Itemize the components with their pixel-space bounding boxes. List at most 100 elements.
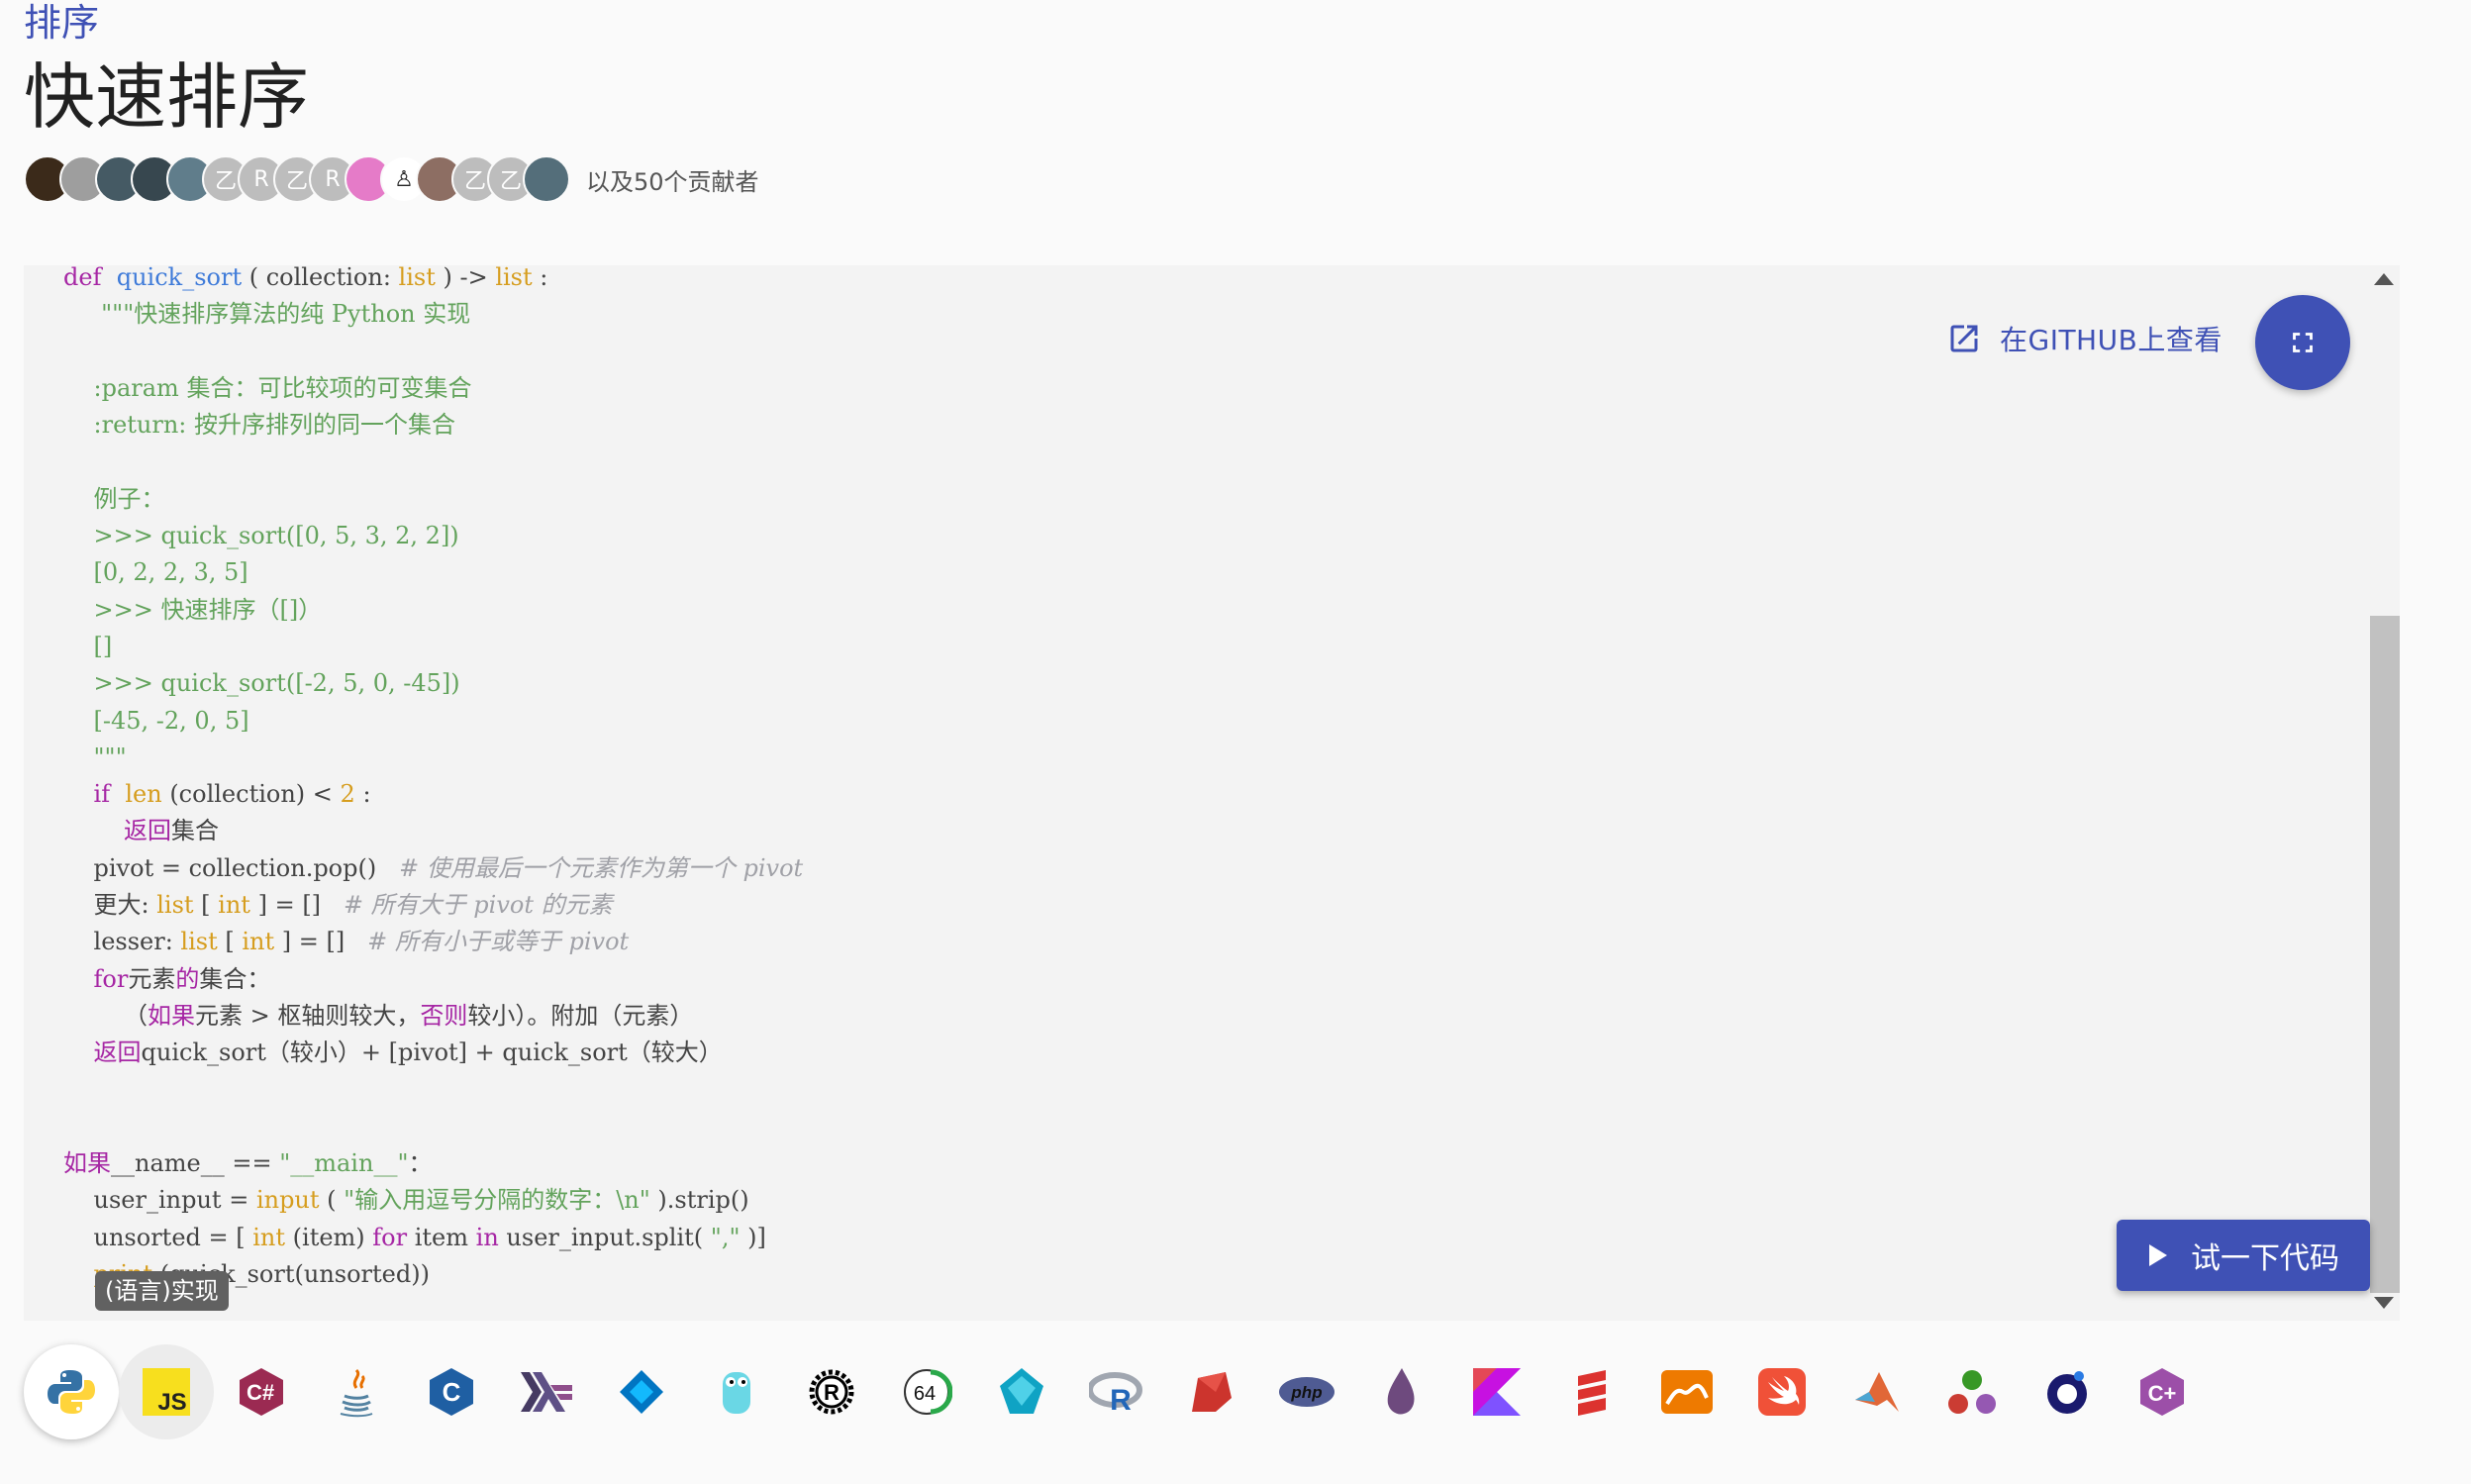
try-code-button[interactable]: 试一下代码 (2117, 1220, 2370, 1291)
language-elixir[interactable] (1354, 1344, 1449, 1439)
svg-text:C: C (443, 1377, 461, 1407)
code-line: for元素的集合： (93, 964, 271, 993)
language-swift[interactable] (1734, 1344, 1829, 1439)
language-nim[interactable] (2020, 1344, 2115, 1439)
matlab-icon (1855, 1372, 1899, 1412)
code-line: >>> quick_sort([-2, 5, 0, -45]) (63, 669, 460, 698)
dart-icon (620, 1370, 663, 1414)
ruby-icon (1192, 1372, 1232, 1412)
csharp-icon: C# (240, 1368, 283, 1416)
cpp-icon: C+ (2140, 1368, 2184, 1416)
nim-icon (2047, 1371, 2087, 1414)
contributors-count[interactable]: 以及50个贡献者 (586, 162, 759, 197)
rust-icon: R (809, 1369, 854, 1415)
svg-text:JS: JS (157, 1389, 186, 1416)
code-line: """快速排序算法的纯 Python 实现 (63, 300, 471, 329)
svg-text:R: R (824, 1380, 840, 1405)
language-cpp[interactable]: C+ (2115, 1344, 2210, 1439)
avatar-list[interactable]: 乙 R 乙 R ♙ 乙乙 (24, 155, 570, 203)
code-line: 返回集合 (124, 817, 220, 845)
language-rust[interactable]: R (784, 1344, 879, 1439)
svg-text:C#: C# (247, 1380, 274, 1405)
language-ruby[interactable] (1164, 1344, 1259, 1439)
language-go[interactable] (689, 1344, 784, 1439)
language-tooltip: (语言)实现 (95, 1271, 229, 1311)
language-csharp[interactable]: C# (214, 1344, 309, 1439)
c-icon: C (430, 1368, 473, 1416)
language-r[interactable]: R (1069, 1344, 1164, 1439)
language-haskell[interactable] (499, 1344, 594, 1439)
fullscreen-icon (2293, 333, 2313, 352)
svg-text:R: R (1110, 1384, 1132, 1414)
r-icon: R (1089, 1372, 1142, 1414)
zig-icon (1000, 1368, 1043, 1414)
code-line: :param 集合：可比较项的可变集合 (63, 373, 472, 402)
language-zig[interactable] (974, 1344, 1069, 1439)
assembly-x64-icon: 64 (904, 1369, 952, 1415)
language-matlab[interactable] (1829, 1344, 1925, 1439)
java-icon (340, 1368, 373, 1418)
code-line: >>> 快速排序（[]） (63, 595, 323, 624)
code-line: pivot = collection.pop() # 使用最后一个元素作为第一个… (63, 853, 804, 882)
code-line: [0, 2, 2, 3, 5] (63, 558, 248, 587)
language-php[interactable]: php (1259, 1344, 1354, 1439)
haskell-icon (521, 1372, 572, 1412)
language-ocaml[interactable] (1639, 1344, 1734, 1439)
code-line: :return: 按升序排列的同一个集合 (63, 411, 456, 440)
contributors[interactable]: 乙 R 乙 R ♙ 乙乙 以及50个贡献者 (24, 153, 759, 205)
kotlin-icon (1473, 1368, 1521, 1416)
code-line: unsorted = [ int (item) for item in user… (63, 1223, 766, 1251)
language-dart[interactable] (594, 1344, 689, 1439)
svg-text:php: php (1290, 1383, 1322, 1402)
language-kotlin[interactable] (1449, 1344, 1544, 1439)
ocaml-icon (1661, 1370, 1713, 1414)
open-in-new-icon (1950, 325, 1978, 352)
try-code-label: 试一下代码 (2191, 1241, 2339, 1276)
code-line: 返回quick_sort（较小）+ [pivot] + quick_sort（较… (93, 1039, 723, 1067)
php-icon: php (1279, 1377, 1334, 1407)
javascript-icon: JS (143, 1368, 190, 1416)
fullscreen-button[interactable] (2255, 295, 2350, 390)
scroll-up-arrow-icon[interactable] (2374, 273, 2394, 285)
code-line: user_input = input ( "输入用逗号分隔的数字：\n" ).s… (63, 1186, 749, 1215)
language-assembly-x64[interactable]: 64 (879, 1344, 974, 1439)
scroll-down-arrow-icon[interactable] (2374, 1297, 2394, 1309)
language-python[interactable] (24, 1344, 119, 1439)
language-javascript[interactable]: JS (119, 1344, 214, 1439)
code-panel: def quick_sort ( collection: list ) -> l… (24, 265, 2400, 1321)
code-line: >>> quick_sort([0, 5, 3, 2, 2]) (63, 522, 459, 550)
language-java[interactable] (309, 1344, 404, 1439)
view-on-github-link[interactable]: 在GITHUB上查看 (1946, 319, 2223, 358)
swift-icon (1758, 1368, 1806, 1416)
julia-icon (1948, 1370, 1996, 1414)
github-link-label: 在GITHUB上查看 (2000, 324, 2223, 356)
code-line: [] (63, 632, 113, 660)
language-c[interactable]: C (404, 1344, 499, 1439)
language-julia[interactable] (1925, 1344, 2020, 1439)
language-scala[interactable] (1544, 1344, 1639, 1439)
python-icon (48, 1370, 95, 1414)
svg-text:C+: C+ (2148, 1381, 2177, 1406)
scala-icon (1578, 1370, 1606, 1416)
contributor-avatar[interactable] (523, 155, 570, 203)
code-block: def quick_sort ( collection: list ) -> l… (63, 265, 803, 1293)
go-gopher-icon (723, 1372, 750, 1414)
page-title: 快速排序 (24, 55, 310, 139)
code-line: 如果__name__ == "__main__"： (63, 1149, 433, 1178)
code-line: [-45, -2, 0, 5] (63, 706, 249, 735)
code-line: """ (63, 742, 127, 771)
code-line: 更大: list [ int ] = [] # 所有大于 pivot 的元素 (63, 891, 613, 920)
breadcrumb[interactable]: 排序 (24, 0, 99, 46)
code-line: lesser: list [ int ] = [] # 所有小于或等于 pivo… (63, 928, 630, 956)
svg-text:64: 64 (914, 1383, 936, 1405)
language-bar: JS C# C R 64 R php C+ (24, 1344, 2210, 1439)
code-line: （如果元素 > 枢轴则较大，否则较小）。附加（元素） (63, 1001, 694, 1030)
play-icon (2149, 1244, 2167, 1266)
elixir-icon (1387, 1368, 1415, 1415)
scrollbar-thumb[interactable] (2370, 616, 2400, 1293)
code-line: if len (collection) < 2 : (93, 780, 371, 809)
